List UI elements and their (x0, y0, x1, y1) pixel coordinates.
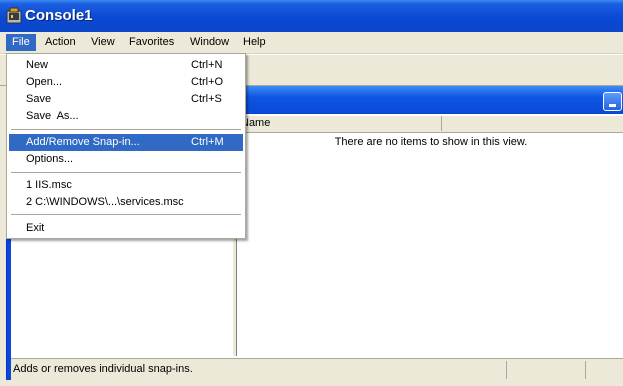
menu-window[interactable]: Window (184, 34, 235, 51)
column-header-name[interactable]: Name (237, 116, 442, 131)
result-pane[interactable]: Name There are no items to show in this … (236, 114, 623, 356)
menu-bar: File Action View Favorites Window Help (0, 32, 623, 54)
menu-item-open[interactable]: Open... Ctrl+O (9, 74, 243, 91)
menu-item-save-as[interactable]: Save As... (9, 108, 243, 125)
menu-separator (11, 172, 241, 173)
menu-item-add-remove-snapin[interactable]: Add/Remove Snap-in... Ctrl+M (9, 134, 243, 151)
menu-item-label: Save As... (26, 110, 79, 122)
menu-item-shortcut: Ctrl+S (191, 93, 222, 105)
list-header: Name (237, 116, 623, 133)
menu-separator (11, 214, 241, 215)
window-title: Console1 (25, 7, 93, 24)
menu-item-shortcut: Ctrl+N (191, 59, 223, 71)
empty-view-message: There are no items to show in this view. (334, 136, 528, 148)
menu-item-shortcut: Ctrl+M (191, 136, 224, 148)
menu-file[interactable]: File (6, 34, 36, 51)
menu-item-recent-1[interactable]: 1 IIS.msc (9, 177, 243, 194)
status-divider (585, 361, 586, 379)
mmc-console-icon (6, 7, 22, 24)
menu-item-save[interactable]: Save Ctrl+S (9, 91, 243, 108)
window-titlebar[interactable]: Console1 (0, 0, 623, 32)
file-menu-dropdown: New Ctrl+N Open... Ctrl+O Save Ctrl+S Sa… (6, 53, 246, 239)
menu-item-label: 1 IIS.msc (26, 179, 72, 191)
menu-item-label: Add/Remove Snap-in... (26, 136, 140, 148)
column-header-blank[interactable] (439, 116, 623, 131)
menu-item-shortcut: Ctrl+O (191, 76, 224, 88)
status-bar: Adds or removes individual snap-ins. (11, 358, 623, 381)
menu-item-label: Options... (26, 153, 74, 165)
menu-help[interactable]: Help (237, 34, 272, 51)
status-text: Adds or removes individual snap-ins. (13, 363, 193, 375)
minimize-icon (609, 104, 616, 107)
menu-item-exit[interactable]: Exit (9, 220, 243, 237)
menu-item-options[interactable]: Options... (9, 151, 243, 168)
menu-item-label: Open... (26, 76, 63, 88)
menu-separator (11, 129, 241, 130)
menu-action[interactable]: Action (39, 34, 82, 51)
menu-item-label: Exit (26, 222, 45, 234)
menu-item-label: Save (26, 93, 52, 105)
menu-item-new[interactable]: New Ctrl+N (9, 57, 243, 74)
menu-view[interactable]: View (85, 34, 121, 51)
menu-item-label: 2 C:\WINDOWS\...\services.msc (26, 196, 184, 208)
menu-favorites[interactable]: Favorites (123, 34, 180, 51)
menu-item-label: New (26, 59, 49, 71)
minimize-button[interactable] (603, 92, 622, 111)
status-divider (506, 361, 507, 379)
menu-item-recent-2[interactable]: 2 C:\WINDOWS\...\services.msc (9, 194, 243, 211)
